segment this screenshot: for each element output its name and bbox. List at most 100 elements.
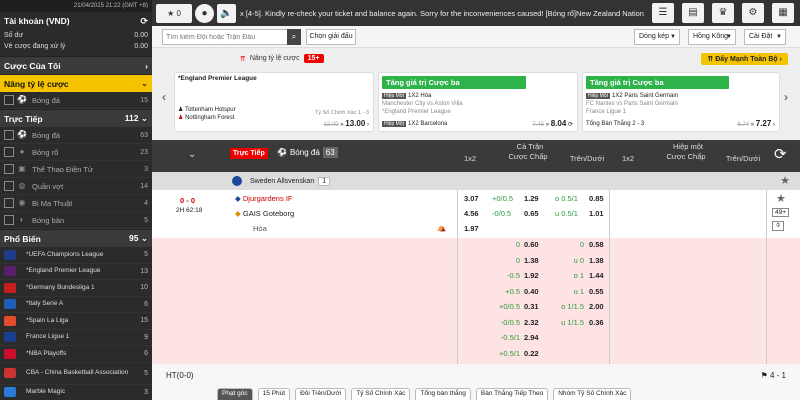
star-icon[interactable]: ★ [780,174,790,187]
checkbox[interactable] [4,130,14,140]
ou-line: 0 [579,240,584,249]
ou-odds-over[interactable]: 0.85 [589,194,604,203]
ou-line: o 1 [573,271,584,280]
results-button[interactable]: ♛ [712,3,734,23]
sidebar-item-league[interactable]: *Italy Serie A 6 [0,297,152,313]
carousel-prev-button[interactable]: ‹ [162,90,166,104]
account-header[interactable]: Tài khoản (VND) ⟳ [0,12,152,30]
ou-odds-under[interactable]: 1.01 [589,209,604,218]
calculator-button[interactable]: ▦ [772,3,794,23]
market-tab[interactable]: Tổng bàn thắng [415,388,471,400]
my-bets-section[interactable]: Cược Của Tôi › [0,56,152,74]
checkbox[interactable] [4,198,14,208]
trophy-icon: ♛ [718,7,728,18]
ou-odds[interactable]: 0.55 [589,287,604,296]
sidebar-item-league[interactable]: *England Premier League 13 [0,264,152,280]
odds-type-dropdown[interactable]: Dòng kép ▼ [634,29,680,45]
statement-button[interactable]: ▤ [682,3,704,23]
hdp-odds[interactable]: 2.32 [524,318,539,327]
sidebar-item-league[interactable]: Marble Magic 3 [0,385,152,400]
sidebar-item-league[interactable]: France Ligue 1 9 [0,330,152,346]
ou-line: o 1/1.5 [561,302,584,311]
sidebar-item-live[interactable]: ⚽ Bóng đá 63 [0,127,152,144]
market-tab[interactable]: Tỷ Số Chính Xác [351,388,411,400]
favorites-button[interactable]: ★ 0 [156,3,192,23]
bet-list-button[interactable]: ☰ [652,3,674,23]
more-markets-button[interactable]: 49+ [772,208,790,217]
league-row[interactable]: Sweden Allsvenskan 1 ★ [152,172,800,190]
boost-card-3[interactable]: Tăng giá trị Cược ba Hiệp Một 1X2 Paris S… [582,72,780,132]
odds-1x2-draw[interactable]: 1.97 [464,224,479,233]
sidebar-item-count: 15 [140,317,148,325]
hdp-odds[interactable]: 2.94 [524,333,539,342]
boost-card-1[interactable]: *England Premier League ♟ Tottenham Hots… [174,72,374,132]
boost-section[interactable]: Nâng tỷ lệ cược ⌄ [0,74,152,92]
checkbox[interactable] [4,147,14,157]
popular-count: 95 [129,233,139,243]
live-count: 112 [124,113,139,123]
hdp-odds-home[interactable]: 1.29 [524,194,539,203]
popular-section[interactable]: Phổ Biến 95 ⌄ [0,229,152,247]
checkbox[interactable] [4,215,14,225]
hdp-odds-away[interactable]: 0.65 [524,209,539,218]
market-tab[interactable]: Nhóm Tỷ Số Chính Xác [553,388,632,400]
sidebar-item-live[interactable]: ◉ Bi Ma Thuật 4 [0,195,152,212]
sidebar-item-league[interactable]: *NBA Playoffs 6 [0,346,152,363]
checkbox[interactable] [4,95,14,105]
card-new-odds: 8.04 [550,119,567,128]
help-button[interactable]: ● [195,3,214,23]
hdp-odds[interactable]: 0.22 [524,349,539,358]
odds-1x2-away[interactable]: 4.56 [464,209,479,218]
market-tab[interactable]: 15 Phút [257,388,291,400]
boost-all-button[interactable]: ⇈ Đẩy Mạnh Toàn Bộ › [701,53,788,65]
sidebar-item-league[interactable]: CBA - China Basketball Association 5 [0,363,152,385]
ou-odds[interactable]: 0.36 [589,318,604,327]
boost-card-2[interactable]: Tăng giá trị Cược ba Hiệp Một 1X2 Hòa Man… [378,72,578,132]
sidebar-item-live[interactable]: ▣ Thể Thao Điện Tử 3 [0,161,152,178]
market-tab[interactable]: Phạt góc [217,388,253,400]
hdp-odds[interactable]: 0.60 [524,240,539,249]
hdp-odds[interactable]: 1.38 [524,256,539,265]
sidebar-item-league[interactable]: *Spain La Liga 15 [0,313,152,330]
odds-1x2-home[interactable]: 3.07 [464,194,479,203]
sidebar-item-league[interactable]: *UEFA Champions League 5 [0,247,152,264]
sidebar-item-league[interactable]: *Germany Bundesliga 1 10 [0,280,152,297]
stats-button[interactable]: ⌽ [772,221,785,231]
sidebar-item-count: 3 [144,165,148,173]
ou-odds[interactable]: 1.44 [589,271,604,280]
search-input[interactable] [162,29,299,45]
ou-odds[interactable]: 1.38 [589,256,604,265]
sidebar-item-live[interactable]: ◍ Quần vợt 14 [0,178,152,195]
carousel-next-button[interactable]: › [784,90,788,104]
sound-button[interactable]: 🔈 [217,3,236,23]
odds-format-dropdown[interactable]: Hồng Kông ▼ [688,29,736,45]
pitch-icon[interactable]: ⛺ [437,223,446,232]
hdp-odds[interactable]: 0.31 [524,302,539,311]
market-tab[interactable]: Bàn Thắng Tiếp Theo [475,388,549,400]
hdp-odds[interactable]: 1.92 [524,271,539,280]
sidebar-item-live[interactable]: ● Bóng rổ 23 [0,144,152,161]
checkbox[interactable] [4,164,14,174]
hdp-odds[interactable]: 0.40 [524,287,539,296]
collapse-chevron-icon[interactable]: ⌄ [188,149,196,160]
sidebar-item-boost-football[interactable]: ⚽ Bóng đá 15 [0,92,152,109]
checkbox[interactable] [4,181,14,191]
away-team[interactable]: ◆ GAIS Goteborg [235,209,294,218]
sidebar-item-count: 4 [144,199,148,207]
live-section[interactable]: Trực Tiếp 112 ⌄ [0,109,152,127]
market-tab[interactable]: Đôi Trên/Dưới [295,388,347,400]
balance-row: Số dư 0.00 [0,30,152,41]
table-tennis-icon: ◐ [19,215,25,224]
ou-odds[interactable]: 2.00 [589,302,604,311]
refresh-icon[interactable]: ⟳ [774,145,787,163]
sidebar-item-live[interactable]: ◐ Bóng bàn 5 [0,212,152,229]
star-icon[interactable]: ★ [776,192,786,205]
ou-odds[interactable]: 0.58 [589,240,604,249]
settings-dropdown[interactable]: Cài Đặt ▼ [744,29,786,45]
refresh-icon[interactable]: ⟳ [140,16,148,27]
search-button[interactable]: ⌕ [287,29,301,45]
home-team[interactable]: ◆ Djurgardens IF [235,194,292,203]
select-league-button[interactable]: Chọn giải đấu [306,29,356,45]
corner-score-value: 4 - 1 [769,371,786,380]
settings-button[interactable]: ⚙ [742,3,764,23]
